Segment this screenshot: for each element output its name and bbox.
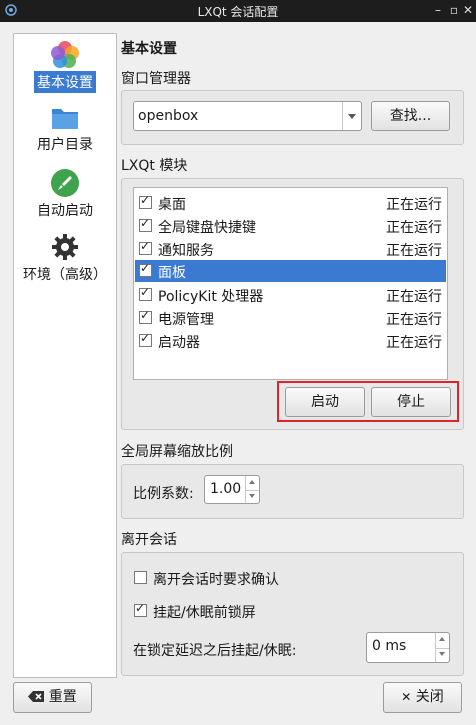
module-name: 电源管理 (158, 312, 214, 328)
sidebar-item-label: 基本设置 (34, 71, 96, 93)
spin-down-icon[interactable] (245, 489, 259, 503)
module-checkbox[interactable] (139, 216, 152, 232)
module-row-desktop[interactable]: 桌面 正在运行 (135, 192, 446, 214)
module-checkbox[interactable] (139, 308, 152, 324)
reset-label: 重置 (48, 689, 77, 705)
sidebar-item-label: 环境（高级） (23, 267, 107, 283)
spin-up-icon[interactable] (245, 476, 259, 491)
gear-icon (52, 234, 78, 260)
palette-flower-icon (51, 41, 79, 68)
scale-factor-spinbox[interactable]: 1.00 (204, 475, 260, 504)
page-title: 基本设置 (121, 41, 177, 57)
close-window-icon[interactable]: ✕ (460, 2, 476, 18)
module-row-policykit[interactable]: PolicyKit 处理器 正在运行 (135, 284, 446, 306)
folder-icon (52, 109, 78, 129)
module-stop-button[interactable]: 停止 (371, 387, 451, 417)
confirm-leave-label: 离开会话时要求确认 (153, 572, 279, 588)
module-name: PolicyKit 处理器 (158, 289, 264, 305)
sidebar: 基本设置 用户目录 自动启动 环境（高级） (13, 33, 117, 678)
scale-section-title: 全局屏幕缩放比例 (121, 444, 233, 460)
module-status: 正在运行 (386, 289, 442, 305)
close-icon: ✕ (401, 690, 412, 704)
module-status: 正在运行 (386, 220, 442, 236)
title-bar: LXQt 会话配置 – ▫ ✕ (0, 0, 476, 22)
module-name: 桌面 (158, 197, 186, 213)
reset-button[interactable]: 重置 (13, 682, 92, 713)
module-row-panel[interactable]: 面板 (135, 260, 446, 282)
sidebar-item-label: 用户目录 (37, 137, 93, 153)
window-title: LXQt 会话配置 (197, 5, 279, 19)
module-row-global-shortcuts[interactable]: 全局键盘快捷键 正在运行 (135, 215, 446, 237)
close-label: 关闭 (415, 689, 444, 705)
module-checkbox[interactable] (139, 239, 152, 255)
modules-section-title: LXQt 模块 (121, 158, 188, 174)
module-name: 面板 (158, 265, 186, 281)
wm-search-button[interactable]: 查找... (371, 101, 450, 131)
module-name: 启动器 (158, 335, 200, 351)
module-status: 正在运行 (386, 312, 442, 328)
module-row-notifications[interactable]: 通知服务 正在运行 (135, 238, 446, 260)
wm-combobox[interactable]: openbox (133, 101, 362, 131)
lock-before-suspend-label: 挂起/休眠前锁屏 (153, 605, 256, 621)
sidebar-item-basic[interactable]: 基本设置 (14, 40, 116, 93)
chevron-down-icon (348, 114, 356, 119)
spin-up-icon[interactable] (435, 633, 449, 649)
module-name: 通知服务 (158, 243, 214, 259)
close-button[interactable]: ✕ 关闭 (383, 682, 462, 713)
minimize-icon[interactable]: – (430, 2, 446, 18)
lock-delay-value: 0 ms (372, 638, 407, 654)
leave-section-title: 离开会话 (121, 532, 177, 548)
lock-delay-spinbox[interactable]: 0 ms (366, 632, 450, 663)
lock-delay-label: 在锁定延迟之后挂起/休眠: (133, 643, 297, 659)
sidebar-item-label: 自动启动 (37, 203, 93, 219)
wm-combobox-value: openbox (138, 108, 199, 124)
module-status: 正在运行 (386, 197, 442, 213)
module-checkbox[interactable] (139, 331, 152, 347)
module-status: 正在运行 (386, 243, 442, 259)
sidebar-item-userdirs[interactable]: 用户目录 (14, 104, 116, 155)
scale-factor-value: 1.00 (210, 481, 242, 497)
wm-section-title: 窗口管理器 (121, 71, 191, 87)
module-checkbox[interactable] (139, 261, 152, 277)
checkbox-box[interactable] (134, 601, 147, 617)
module-checkbox[interactable] (139, 285, 152, 301)
module-row-power[interactable]: 电源管理 正在运行 (135, 307, 446, 329)
module-name: 全局键盘快捷键 (158, 220, 256, 236)
combobox-dropdown[interactable] (342, 102, 361, 130)
sidebar-item-autostart[interactable]: 自动启动 (14, 168, 116, 221)
module-checkbox[interactable] (139, 193, 152, 209)
scale-factor-label: 比例系数: (133, 486, 194, 502)
modules-list[interactable]: 桌面 正在运行 全局键盘快捷键 正在运行 通知服务 正在运行 面板 Policy… (133, 187, 448, 380)
sidebar-item-environment[interactable]: 环境（高级） (14, 232, 116, 285)
module-status: 正在运行 (386, 335, 442, 351)
backspace-icon (28, 691, 45, 702)
checkbox-box[interactable] (134, 571, 147, 584)
spin-down-icon[interactable] (435, 647, 449, 662)
module-start-button[interactable]: 启动 (285, 387, 365, 417)
rocket-icon (51, 169, 79, 197)
module-row-launcher[interactable]: 启动器 正在运行 (135, 330, 446, 352)
